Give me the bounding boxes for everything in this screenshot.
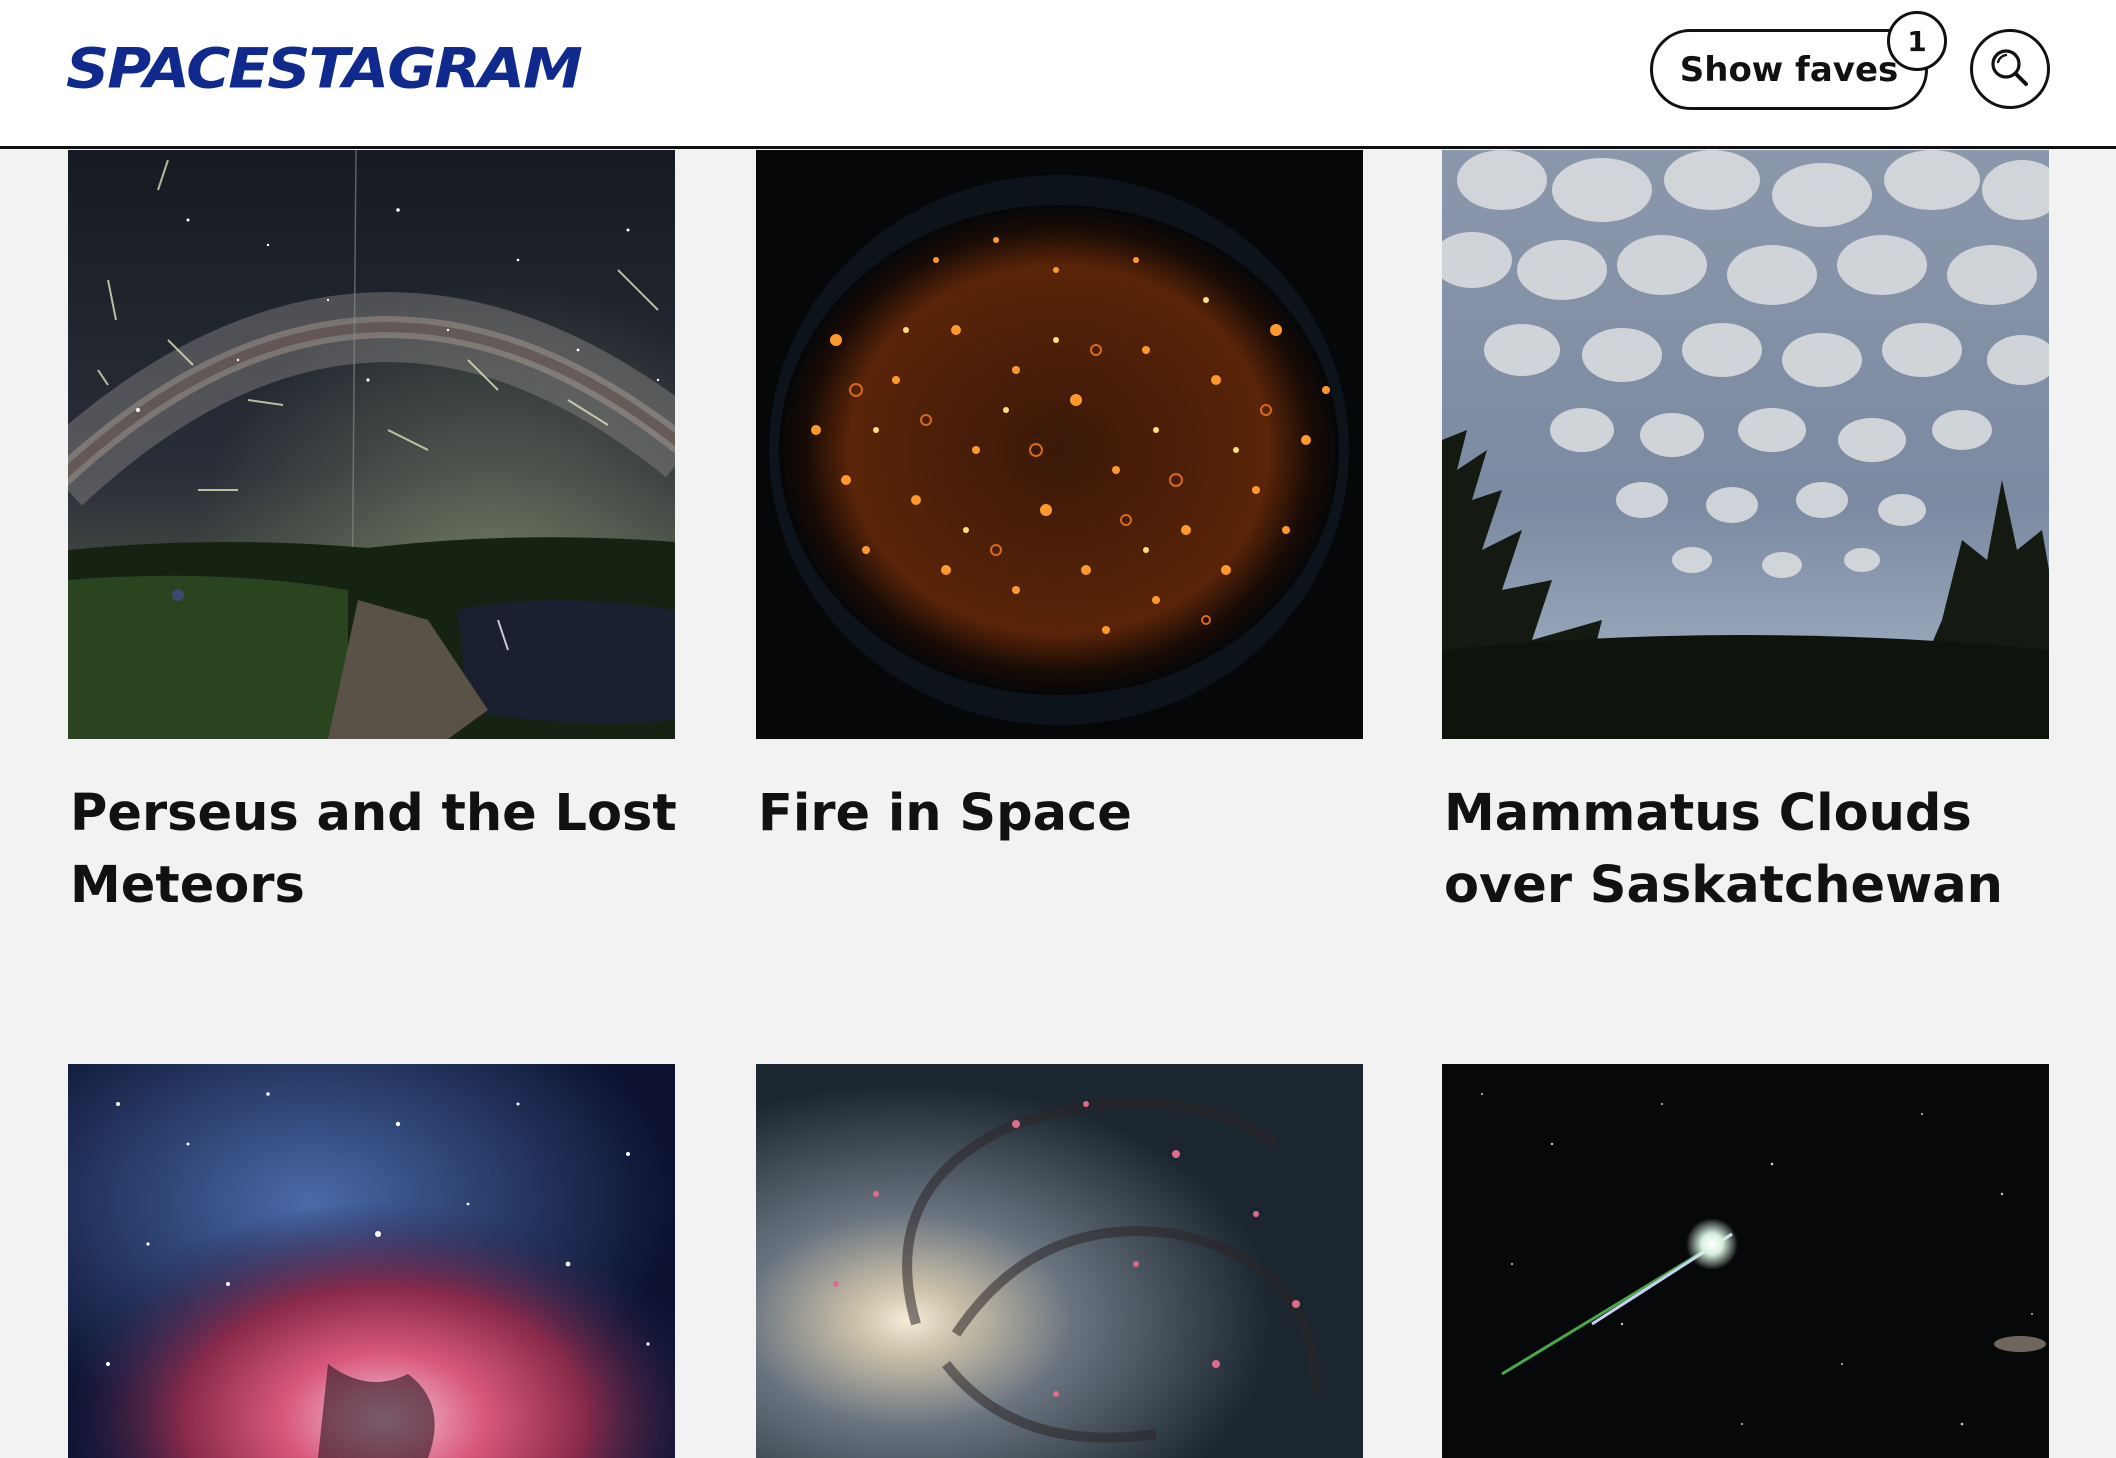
post-title: Perseus and the Lost Meteors [70, 784, 677, 915]
faves-count-badge: 1 [1887, 11, 1947, 71]
search-icon [1988, 46, 2032, 93]
search-button[interactable] [1970, 29, 2050, 109]
post-image[interactable] [68, 1064, 675, 1458]
post-image[interactable] [1442, 1064, 2049, 1458]
post-title: Fire in Space [758, 784, 1132, 843]
show-faves-label: Show faves [1679, 49, 1899, 90]
post-title: Mammatus Clouds over Saskatchewan [1444, 784, 2003, 915]
post-image[interactable] [756, 1064, 1363, 1458]
post-image[interactable] [68, 150, 675, 739]
post-image[interactable] [756, 150, 1363, 739]
app-logo[interactable]: SPACESTAGRAM [66, 36, 583, 102]
app-header: SPACESTAGRAM Show faves 1 [0, 0, 2116, 149]
post-image[interactable] [1442, 150, 2049, 739]
photo-grid: Perseus and the Lost Meteors Fire in Spa… [0, 0, 2116, 1458]
